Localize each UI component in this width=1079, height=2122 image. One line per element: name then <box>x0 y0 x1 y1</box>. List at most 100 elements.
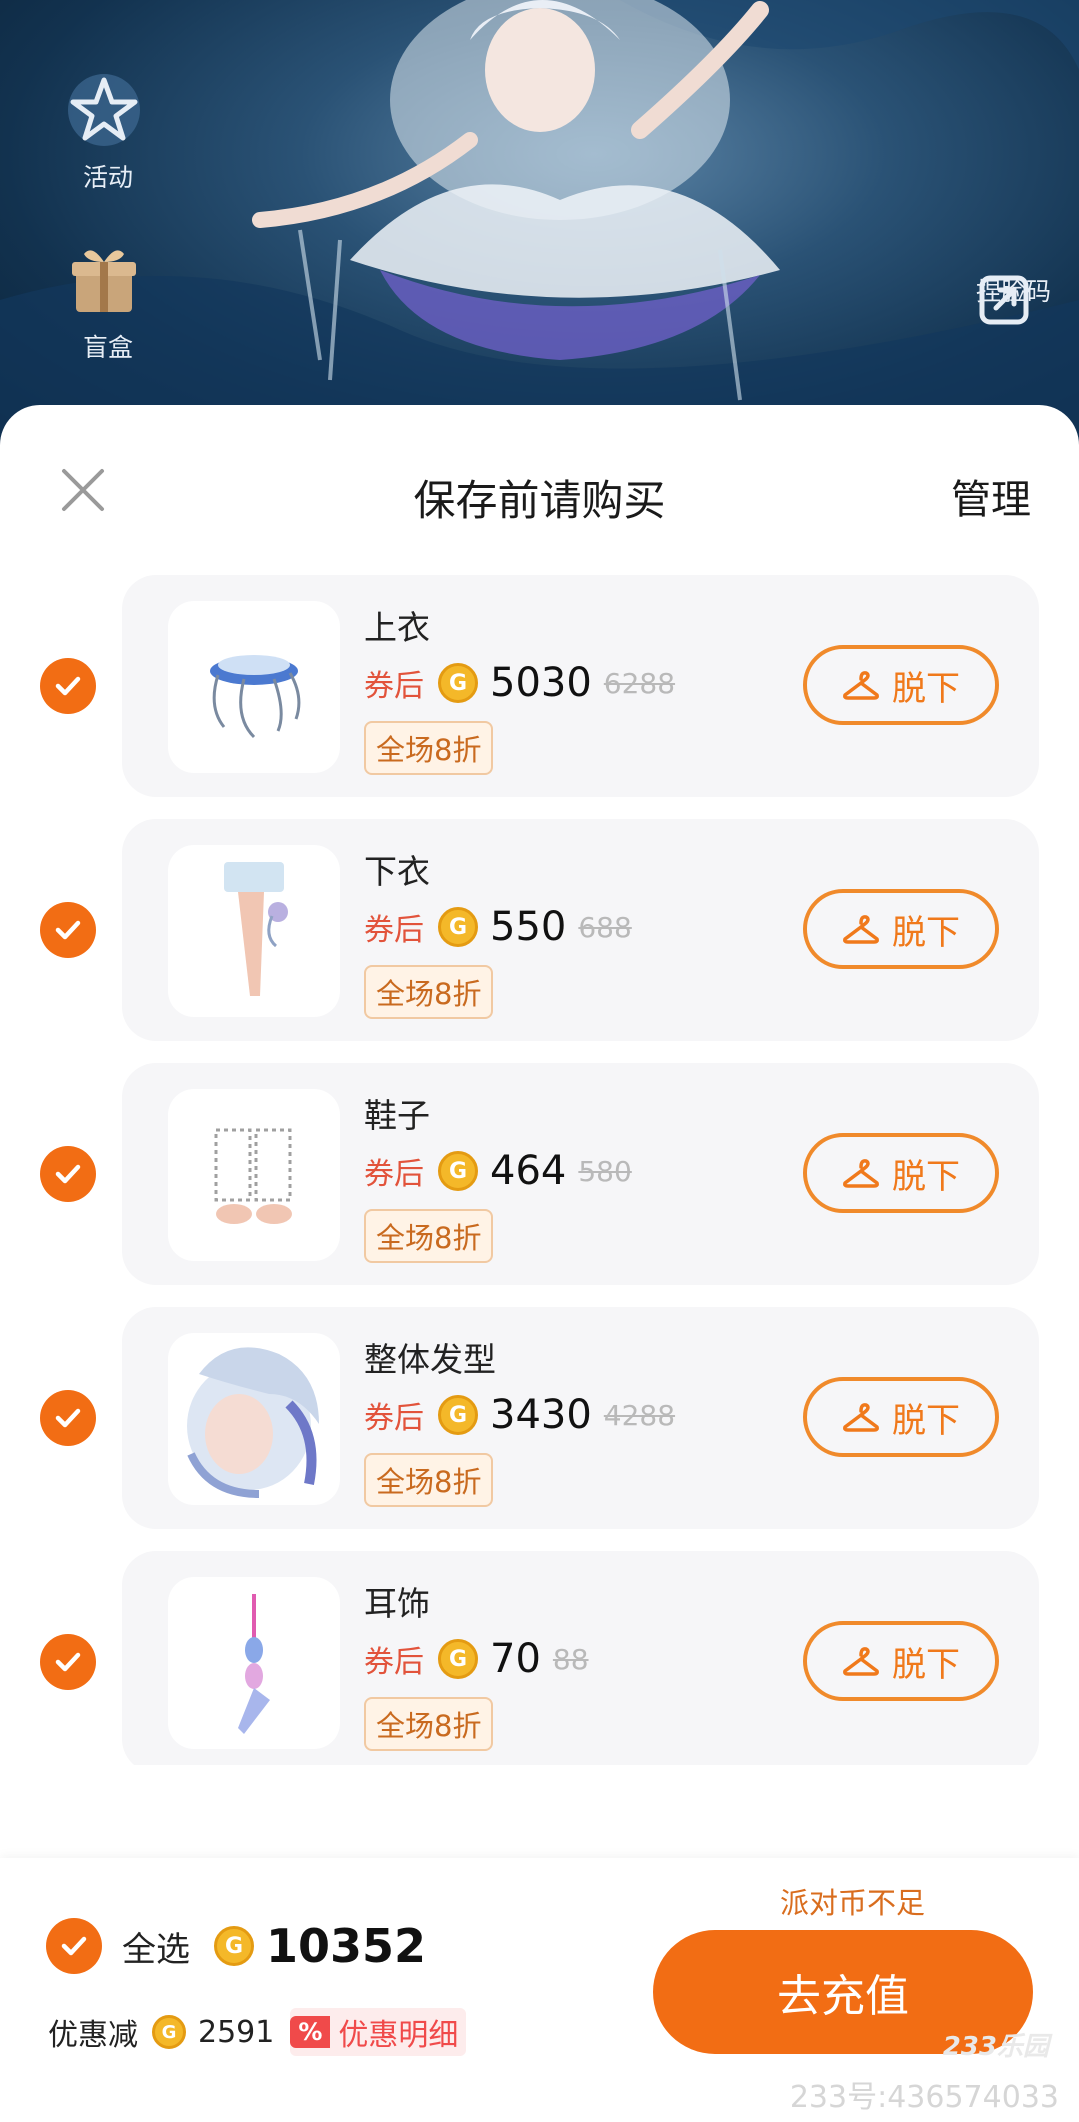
discount-label: 优惠减 <box>48 2018 138 2053</box>
blind-box-label: 盲盒 <box>82 333 133 362</box>
after-coupon-label: 券后 <box>364 669 424 704</box>
item-original-price: 688 <box>578 910 632 944</box>
item-price: 550 <box>490 904 567 950</box>
remove-button[interactable]: 脱下 <box>803 1377 999 1457</box>
coin-icon: G <box>438 1395 478 1435</box>
after-coupon-label: 券后 <box>364 913 424 948</box>
watermark-id: 233号:436574033 <box>789 2080 1059 2115</box>
item-checkbox[interactable] <box>40 1146 96 1202</box>
remove-label: 脱下 <box>892 912 960 953</box>
list-item: 鞋子 券后 G 464 580 全场8折 脱下 <box>0 1063 1079 1307</box>
check-icon <box>61 1936 87 1956</box>
item-card[interactable]: 上衣 券后 G 5030 6288 全场8折 脱下 <box>122 575 1039 797</box>
select-all-checkbox[interactable] <box>46 1918 102 1974</box>
remove-label: 脱下 <box>892 1644 960 1685</box>
item-thumbnail <box>168 1333 340 1505</box>
gift-box-icon <box>64 240 152 328</box>
discount-detail-button[interactable]: % 优惠明细 <box>290 2008 467 2056</box>
face-code-icon <box>979 275 1029 325</box>
sheet-header: 保存前请购买 管理 <box>0 405 1079 575</box>
hanger-icon <box>843 1159 879 1188</box>
select-all-label: 全选 <box>122 1929 190 1970</box>
item-original-price: 6288 <box>603 666 676 700</box>
hanger-icon <box>843 671 879 700</box>
list-item: 整体发型 券后 G 3430 4288 全场8折 脱下 <box>0 1307 1079 1551</box>
item-thumbnail <box>168 1577 340 1749</box>
item-card[interactable]: 鞋子 券后 G 464 580 全场8折 脱下 <box>122 1063 1039 1285</box>
check-icon <box>55 1164 81 1184</box>
remove-button[interactable]: 脱下 <box>803 1621 999 1701</box>
price-line: 券后 G 464 580 <box>364 1147 632 1195</box>
total-price: 10352 <box>266 1919 427 1973</box>
item-original-price: 580 <box>578 1154 632 1188</box>
item-name: 上衣 <box>364 608 430 647</box>
coin-icon: G <box>438 1151 478 1191</box>
item-checkbox[interactable] <box>40 1634 96 1690</box>
face-code-button[interactable]: 捏脸码 <box>976 272 1051 325</box>
price-line: 券后 G 550 688 <box>364 903 632 951</box>
hanger-icon <box>843 915 879 944</box>
item-price: 70 <box>490 1636 541 1682</box>
discount-tag: 全场8折 <box>364 721 494 775</box>
activity-button[interactable]: 活动 <box>64 70 152 194</box>
item-checkbox[interactable] <box>40 902 96 958</box>
character-illustration <box>0 0 1079 440</box>
price-line: 券后 G 70 88 <box>364 1635 589 1683</box>
check-icon <box>55 920 81 940</box>
checkout-bar: 全选 G 10352 优惠减 G 2591 % 优惠明细 派对币不足 去充值 2… <box>0 1858 1079 2122</box>
discount-tag: 全场8折 <box>364 965 494 1019</box>
item-name: 耳饰 <box>364 1584 430 1623</box>
item-price: 5030 <box>490 660 592 706</box>
item-original-price: 88 <box>552 1642 589 1676</box>
item-thumbnail <box>168 845 340 1017</box>
remove-button[interactable]: 脱下 <box>803 645 999 725</box>
item-card[interactable]: 下衣 券后 G 550 688 全场8折 脱下 <box>122 819 1039 1041</box>
after-coupon-label: 券后 <box>364 1157 424 1192</box>
star-icon <box>64 70 152 158</box>
hanger-icon <box>843 1403 879 1432</box>
item-list[interactable]: 上衣 券后 G 5030 6288 全场8折 脱下 下衣 券后 G 550 68… <box>0 575 1079 1765</box>
price-line: 券后 G 5030 6288 <box>364 659 675 707</box>
after-coupon-label: 券后 <box>364 1401 424 1436</box>
item-checkbox[interactable] <box>40 1390 96 1446</box>
list-item: 上衣 券后 G 5030 6288 全场8折 脱下 <box>0 575 1079 819</box>
watermark-logo: 233乐园 <box>942 2032 1049 2062</box>
remove-label: 脱下 <box>892 1156 960 1197</box>
remove-button[interactable]: 脱下 <box>803 1133 999 1213</box>
price-line: 券后 G 3430 4288 <box>364 1391 675 1439</box>
after-coupon-label: 券后 <box>364 1645 424 1680</box>
item-original-price: 4288 <box>603 1398 676 1432</box>
coin-icon: G <box>152 2015 186 2049</box>
blind-box-button[interactable]: 盲盒 <box>64 240 152 364</box>
item-name: 整体发型 <box>364 1340 496 1379</box>
discount-tag: 全场8折 <box>364 1697 494 1751</box>
discount-detail-label: 优惠明细 <box>338 2018 459 2053</box>
item-thumbnail <box>168 601 340 773</box>
list-item: 下衣 券后 G 550 688 全场8折 脱下 <box>0 819 1079 1063</box>
select-all-toggle[interactable]: 全选 G 10352 <box>46 1918 426 1974</box>
item-name: 下衣 <box>364 852 430 891</box>
game-scene-background: 活动 盲盒 捏脸码 <box>0 0 1079 440</box>
item-card[interactable]: 整体发型 券后 G 3430 4288 全场8折 脱下 <box>122 1307 1039 1529</box>
coin-icon: G <box>214 1926 254 1966</box>
manage-button[interactable]: 管理 <box>951 467 1031 525</box>
discount-amount: 2591 <box>198 2014 275 2050</box>
discount-tag: 全场8折 <box>364 1453 494 1507</box>
check-icon <box>55 1408 81 1428</box>
hanger-icon <box>843 1647 879 1676</box>
insufficient-coins-text: 派对币不足 <box>779 1886 925 1920</box>
item-card[interactable]: 耳饰 券后 G 70 88 全场8折 脱下 <box>122 1551 1039 1765</box>
item-checkbox[interactable] <box>40 658 96 714</box>
remove-label: 脱下 <box>892 1400 960 1441</box>
discount-tag: 全场8折 <box>364 1209 494 1263</box>
item-name: 鞋子 <box>364 1096 430 1135</box>
coin-icon: G <box>438 1639 478 1679</box>
list-item: 耳饰 券后 G 70 88 全场8折 脱下 <box>0 1551 1079 1765</box>
percent-badge: % <box>290 2016 331 2048</box>
item-price: 464 <box>490 1148 567 1194</box>
coin-icon: G <box>438 663 478 703</box>
check-icon <box>55 1652 81 1672</box>
coin-icon: G <box>438 907 478 947</box>
remove-button[interactable]: 脱下 <box>803 889 999 969</box>
check-icon <box>55 676 81 696</box>
